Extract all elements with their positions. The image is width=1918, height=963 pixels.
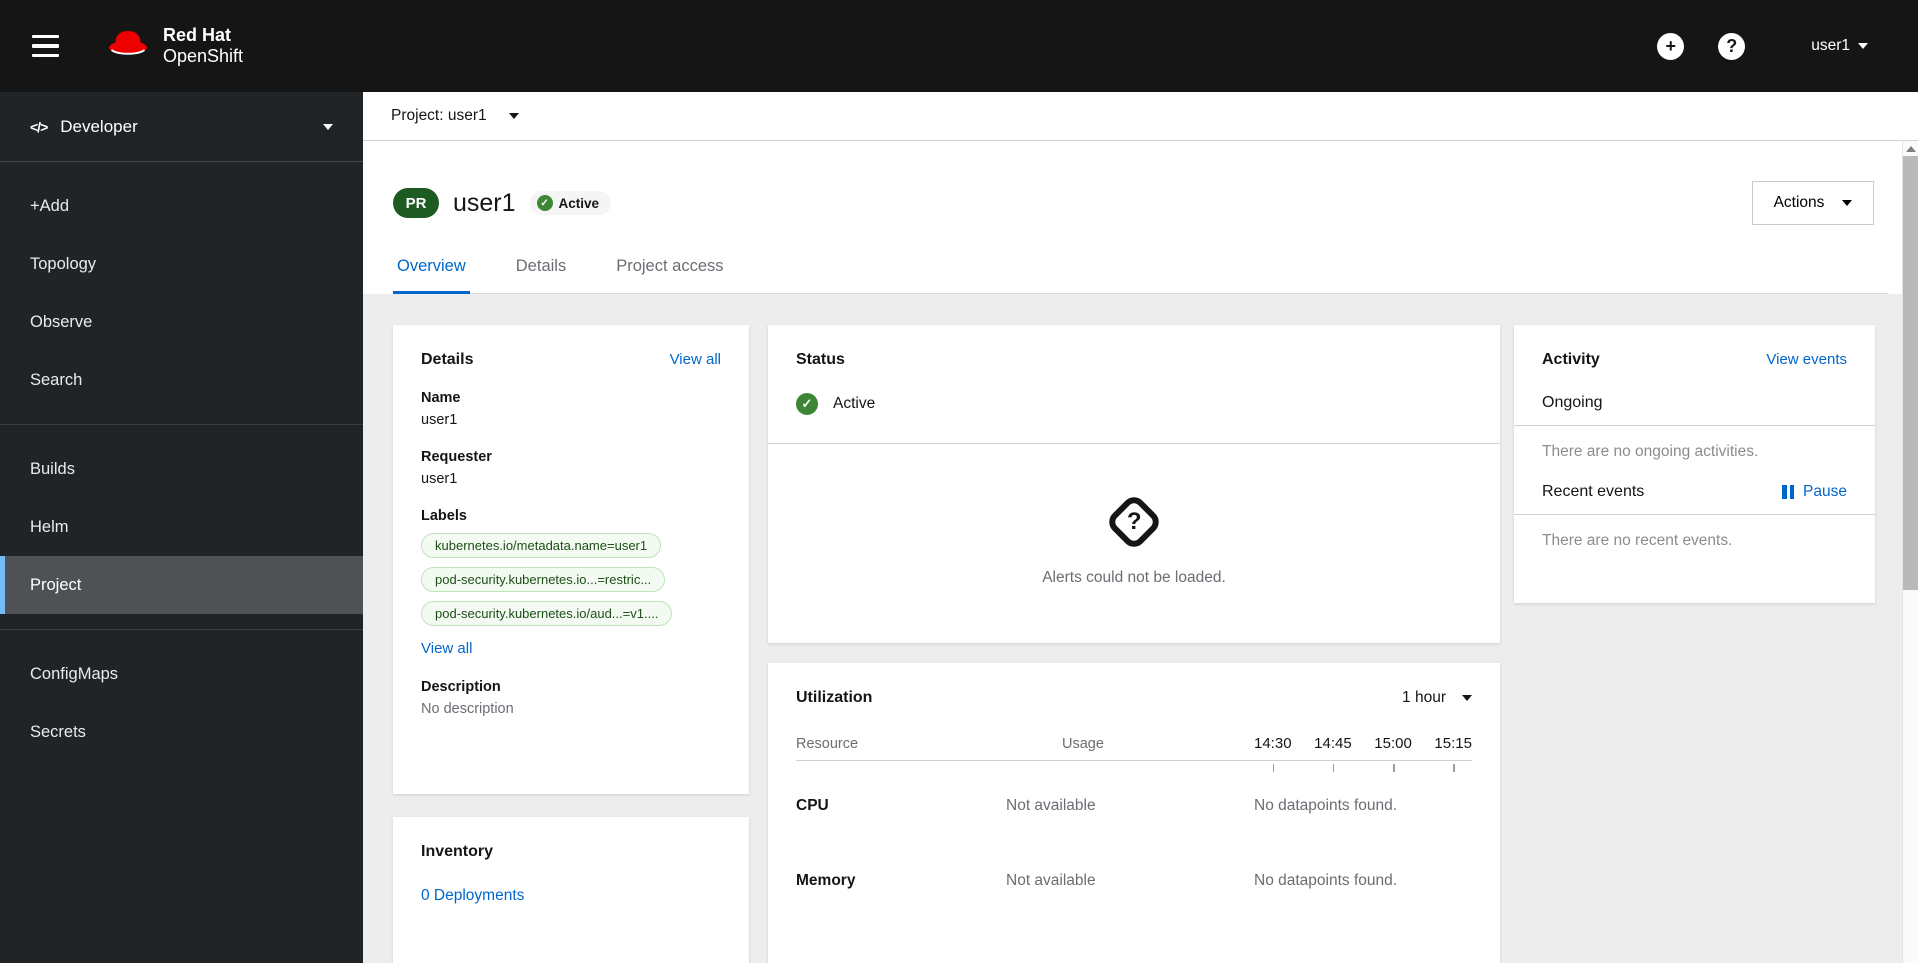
overview-dashboard: Details View all Name user1 Requester us… bbox=[363, 294, 1918, 963]
utilization-card: Utilization 1 hour Resource Usage 14:30 … bbox=[768, 663, 1500, 963]
label-pill[interactable]: pod-security.kubernetes.io...=restric... bbox=[421, 567, 666, 592]
duration-dropdown-label: 1 hour bbox=[1402, 689, 1446, 706]
status-value: Active bbox=[833, 395, 876, 412]
chevron-down-icon[interactable] bbox=[508, 113, 519, 119]
time-tick-label: 14:45 bbox=[1314, 735, 1352, 772]
check-circle-icon: ✓ bbox=[796, 393, 818, 415]
user-menu[interactable]: user1 bbox=[1811, 37, 1868, 55]
main-area: Project: user1 PR user1 ✓ Active Actions… bbox=[363, 92, 1918, 963]
project-selector-bar: Project: user1 bbox=[363, 92, 1918, 141]
activity-card-title: Activity bbox=[1542, 351, 1600, 368]
usage-value: Not available bbox=[1006, 872, 1096, 889]
help-icon[interactable]: ? bbox=[1718, 32, 1746, 60]
time-tick-label: 15:15 bbox=[1434, 735, 1472, 772]
pause-events-button[interactable]: Pause bbox=[1782, 483, 1847, 501]
status-badge-label: Active bbox=[558, 195, 600, 211]
page-title: user1 bbox=[453, 188, 516, 217]
status-badge: ✓ Active bbox=[529, 191, 612, 215]
quick-create-plus-icon[interactable]: + bbox=[1657, 32, 1685, 60]
brand-name-line1: Red Hat bbox=[163, 24, 232, 45]
name-value: user1 bbox=[421, 412, 458, 428]
label-pill[interactable]: pod-security.kubernetes.io/aud...=v1.... bbox=[421, 601, 673, 626]
tab-overview[interactable]: Overview bbox=[393, 255, 470, 294]
user-menu-label: user1 bbox=[1811, 37, 1850, 54]
perspective-label: Developer bbox=[60, 116, 138, 136]
inventory-card-title: Inventory bbox=[421, 843, 494, 860]
duration-dropdown[interactable]: 1 hour bbox=[1402, 689, 1472, 707]
activity-card: Activity View events Ongoing There are n… bbox=[1514, 325, 1875, 603]
vertical-scrollbar[interactable] bbox=[1902, 141, 1918, 963]
pause-icon bbox=[1782, 485, 1795, 499]
details-view-all-link[interactable]: View all bbox=[670, 351, 721, 368]
unknown-state-icon: ? bbox=[1104, 491, 1164, 552]
recent-events-label: Recent events bbox=[1542, 483, 1645, 500]
pause-button-label: Pause bbox=[1803, 483, 1847, 500]
inventory-card: Inventory 0 Deployments bbox=[393, 817, 749, 963]
chevron-down-icon bbox=[1842, 200, 1853, 206]
time-axis: 14:30 14:45 15:00 15:15 bbox=[1236, 735, 1472, 772]
brand-name-line2: OpenShift bbox=[163, 46, 244, 66]
sidebar-item-project[interactable]: Project bbox=[0, 556, 363, 614]
utilization-row-memory: Memory Not available No datapoints found… bbox=[796, 872, 1472, 890]
project-selector-label[interactable]: Project: user1 bbox=[391, 107, 487, 125]
resource-column-header: Resource bbox=[796, 736, 859, 752]
project-resource-badge: PR bbox=[393, 188, 439, 218]
scrollbar-thumb[interactable] bbox=[1903, 156, 1918, 590]
alerts-empty-message: Alerts could not be loaded. bbox=[1042, 568, 1226, 586]
ongoing-section-label: Ongoing bbox=[1542, 394, 1603, 411]
sidebar-item-helm[interactable]: Helm bbox=[0, 498, 363, 556]
scroll-up-arrow-icon[interactable] bbox=[1906, 146, 1916, 152]
requester-label: Requester bbox=[421, 449, 492, 465]
details-card-title: Details bbox=[421, 351, 474, 368]
name-label: Name bbox=[421, 390, 461, 406]
redhat-fedora-icon bbox=[105, 27, 151, 66]
usage-column-header: Usage bbox=[1062, 736, 1104, 752]
tab-project-access[interactable]: Project access bbox=[612, 255, 727, 294]
check-circle-icon: ✓ bbox=[536, 195, 553, 211]
chevron-down-icon bbox=[1462, 695, 1472, 701]
sidebar-item-configmaps[interactable]: ConfigMaps bbox=[0, 645, 363, 703]
ongoing-empty-message: There are no ongoing activities. bbox=[1542, 443, 1759, 460]
datapoints-message: No datapoints found. bbox=[1254, 797, 1398, 814]
page-header: PR user1 ✓ Active Actions Overview Detai… bbox=[363, 141, 1918, 294]
perspective-switcher[interactable]: </> Developer bbox=[0, 92, 363, 162]
labels-view-all-link[interactable]: View all bbox=[421, 640, 472, 657]
resource-name: CPU bbox=[796, 797, 829, 814]
utilization-row-cpu: CPU Not available No datapoints found. bbox=[796, 797, 1472, 815]
tab-bar: Overview Details Project access bbox=[393, 255, 1888, 294]
time-tick-label: 14:30 bbox=[1254, 735, 1292, 772]
utilization-card-title: Utilization bbox=[796, 689, 873, 706]
sidebar-item-secrets[interactable]: Secrets bbox=[0, 703, 363, 761]
sidebar-item-topology[interactable]: Topology bbox=[0, 235, 363, 293]
datapoints-message: No datapoints found. bbox=[1254, 872, 1398, 889]
sidebar-nav: </> Developer +Add Topology Observe Sear… bbox=[0, 92, 363, 963]
actions-button[interactable]: Actions bbox=[1752, 181, 1874, 225]
view-events-link[interactable]: View events bbox=[1766, 351, 1847, 368]
label-pill[interactable]: kubernetes.io/metadata.name=user1 bbox=[421, 533, 662, 558]
sidebar-item-builds[interactable]: Builds bbox=[0, 440, 363, 498]
deployments-link[interactable]: 0 Deployments bbox=[421, 887, 524, 905]
masthead: Red Hat OpenShift + ? user1 bbox=[0, 0, 1918, 92]
sidebar-item-observe[interactable]: Observe bbox=[0, 293, 363, 351]
time-tick-label: 15:00 bbox=[1374, 735, 1412, 772]
code-icon: </> bbox=[30, 118, 48, 135]
status-card-title: Status bbox=[796, 351, 845, 368]
tab-details[interactable]: Details bbox=[512, 255, 570, 294]
details-card: Details View all Name user1 Requester us… bbox=[393, 325, 749, 794]
chevron-down-icon bbox=[323, 123, 333, 130]
status-card: Status ✓ Active ? Alerts could not be lo… bbox=[768, 325, 1500, 643]
description-value: No description bbox=[421, 701, 514, 717]
chevron-down-icon bbox=[1858, 43, 1868, 49]
nav-toggle-hamburger-icon[interactable] bbox=[32, 34, 59, 58]
actions-button-label: Actions bbox=[1773, 194, 1825, 211]
requester-value: user1 bbox=[421, 471, 458, 487]
description-label: Description bbox=[421, 679, 501, 695]
recent-empty-message: There are no recent events. bbox=[1542, 532, 1733, 549]
labels-label: Labels bbox=[421, 508, 467, 524]
usage-value: Not available bbox=[1006, 797, 1096, 814]
brand-logo[interactable]: Red Hat OpenShift bbox=[105, 25, 243, 67]
resource-name: Memory bbox=[796, 872, 856, 889]
sidebar-item-search[interactable]: Search bbox=[0, 351, 363, 409]
sidebar-item-add[interactable]: +Add bbox=[0, 177, 363, 235]
